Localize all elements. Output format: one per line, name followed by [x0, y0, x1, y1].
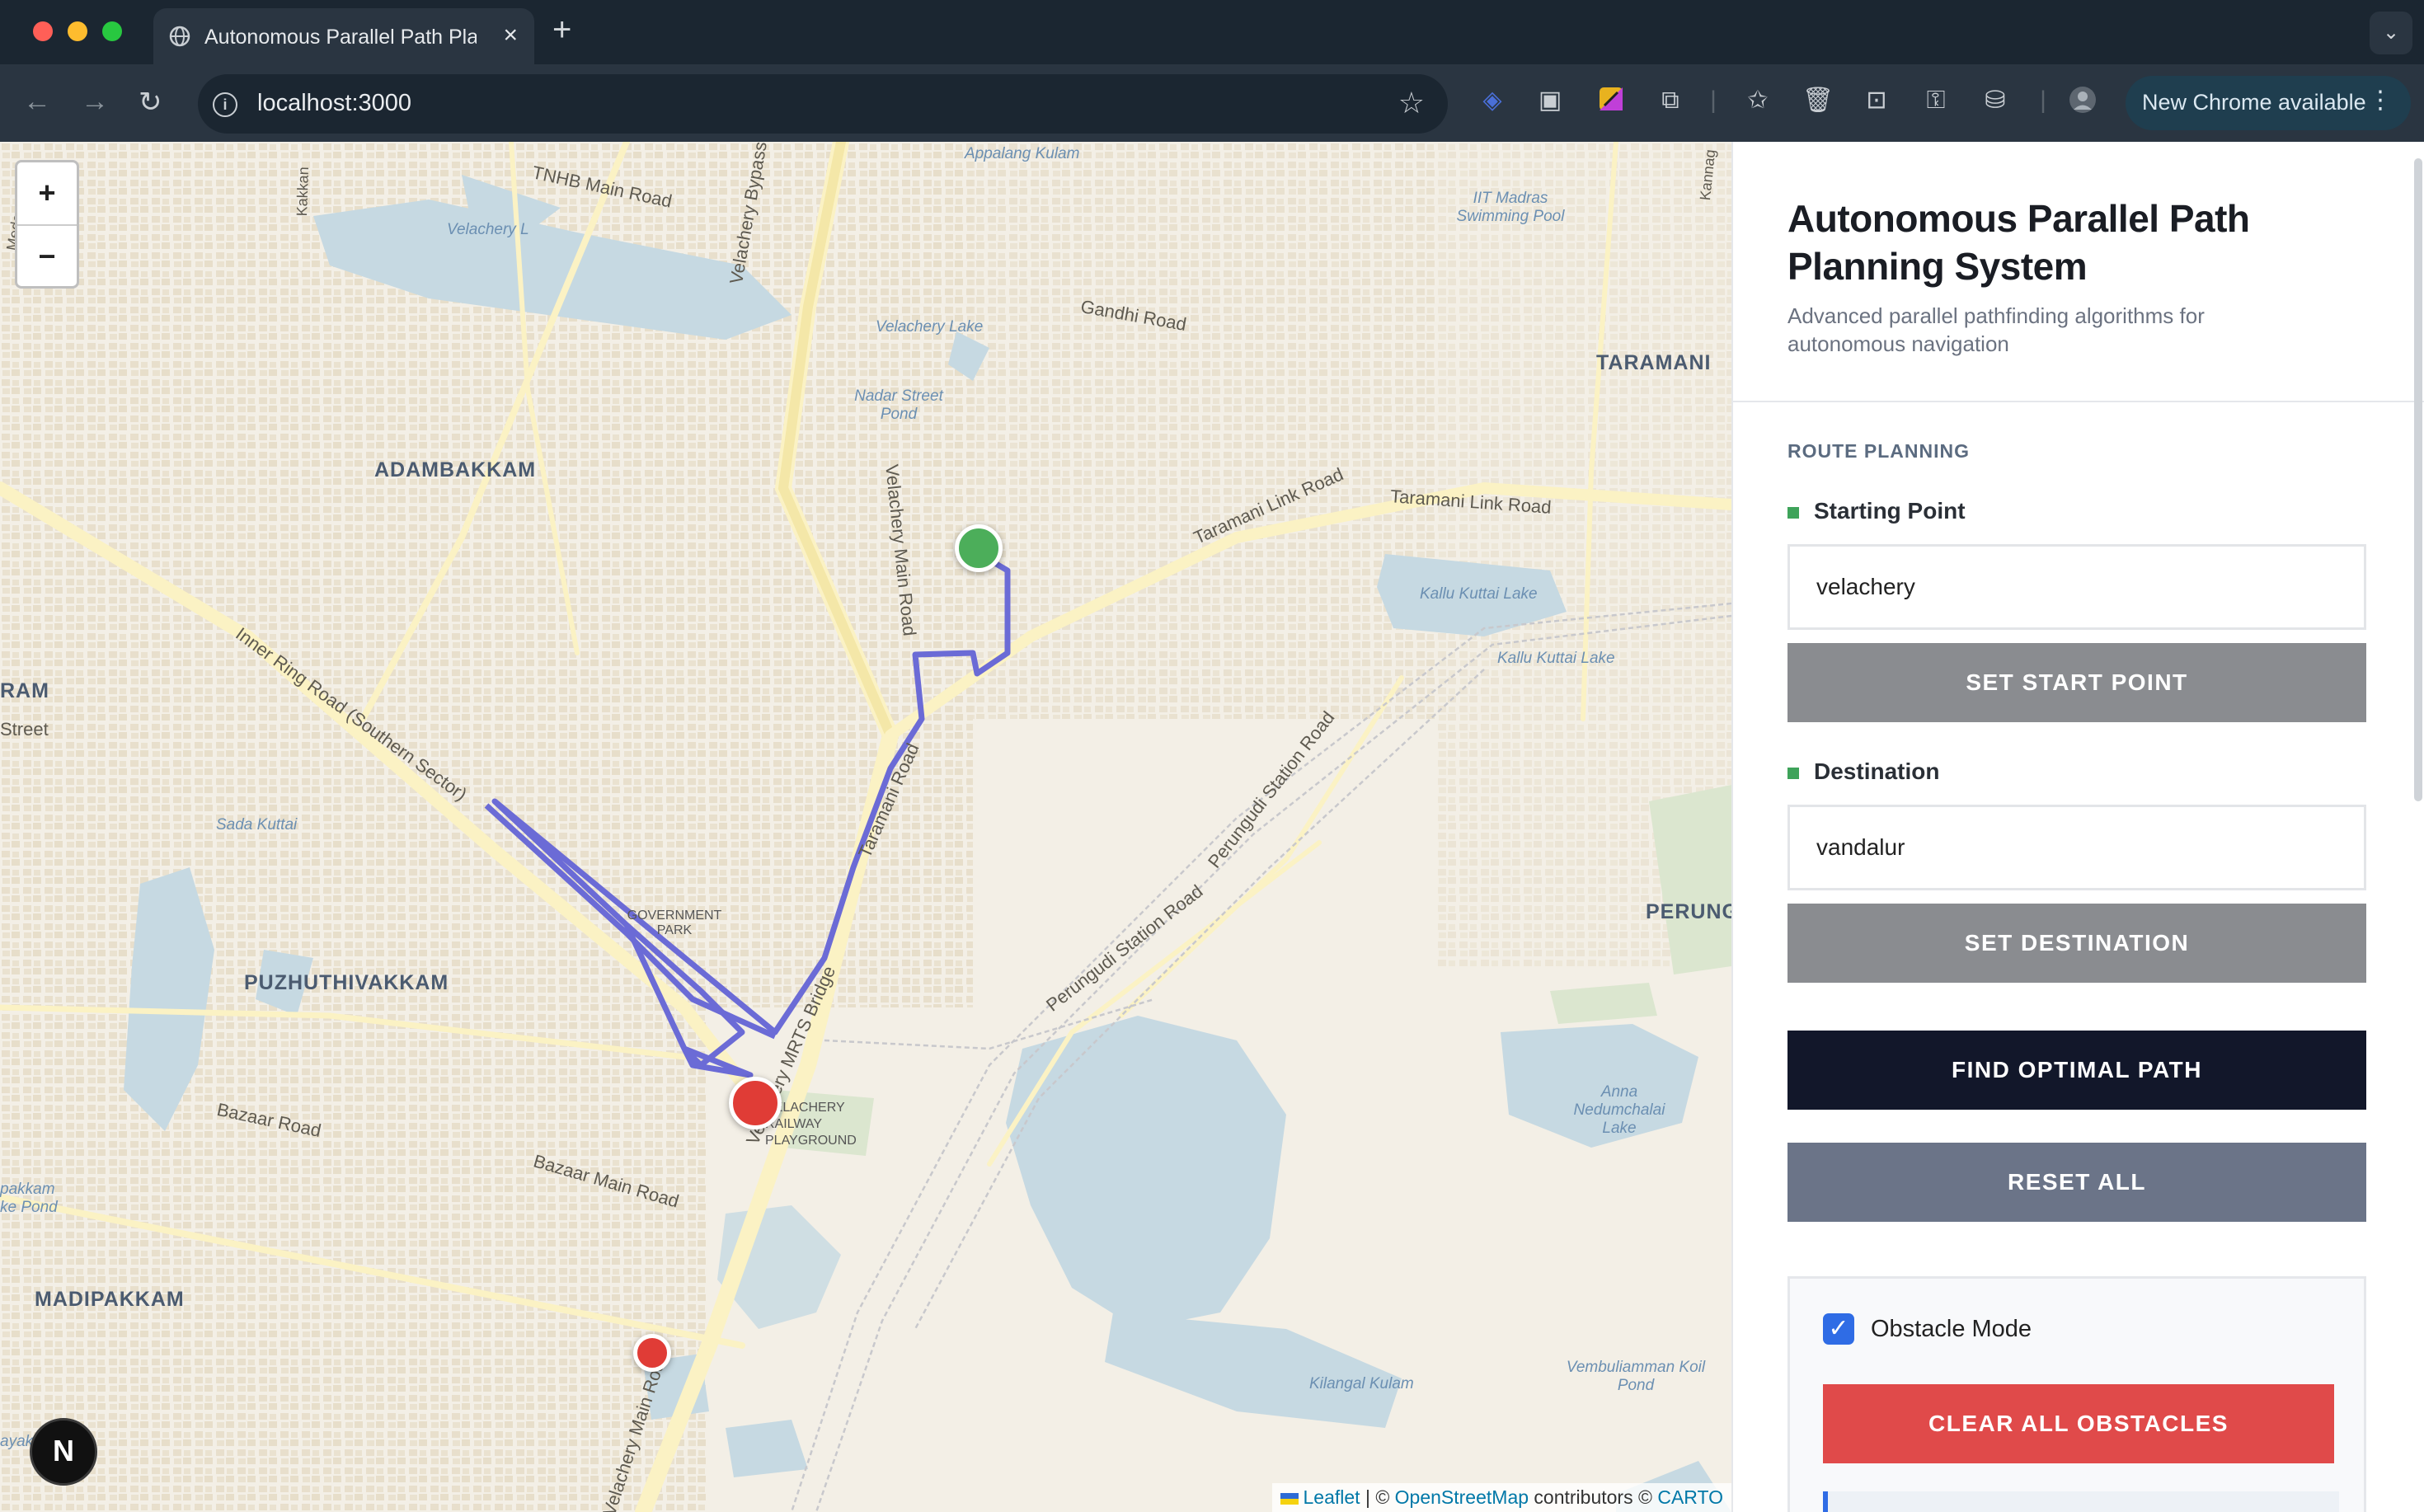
destination-label-text: Destination: [1814, 758, 1940, 784]
destination-label: Destination: [1787, 758, 1939, 785]
water-label: Nadar Street Pond: [854, 387, 943, 423]
obstacle-mode-checkbox[interactable]: ✓: [1823, 1313, 1854, 1345]
obstacle-mode-card: ✓ Obstacle Mode CLEAR ALL OBSTACLES: [1787, 1276, 2366, 1512]
destination-marker[interactable]: [729, 1077, 782, 1129]
water-label: Velachery Lake: [876, 318, 984, 336]
green-square-icon: [1787, 506, 1799, 519]
section-label-route-planning: ROUTE PLANNING: [1787, 440, 1970, 462]
district-label: ADAMBAKKAM: [374, 458, 537, 481]
puzzle-extensions-icon[interactable]: ⧉: [1656, 86, 1685, 115]
tab-search-chevron-icon[interactable]: ⌄: [2370, 12, 2412, 54]
extension-icon[interactable]: ◈: [1477, 86, 1507, 115]
map-attribution: Leaflet | © OpenStreetMap contributors ©…: [1271, 1483, 1731, 1512]
close-tab-icon[interactable]: ×: [503, 21, 518, 49]
site-info-icon[interactable]: i: [213, 92, 237, 117]
globe-icon: [168, 25, 191, 52]
water-label: IIT Madras Swimming Pool: [1456, 190, 1565, 225]
more-menu-icon[interactable]: ⋮: [2368, 86, 2393, 115]
obstacle-marker[interactable]: [633, 1334, 671, 1372]
water-label: Kallu Kuttai Lake: [1420, 585, 1538, 603]
district-label: TARAMANI: [1596, 351, 1712, 374]
zoom-out-button[interactable]: −: [17, 226, 77, 288]
openstreetmap-link[interactable]: OpenStreetMap: [1395, 1486, 1529, 1508]
page-subtitle: Advanced parallel pathfinding algorithms…: [1787, 303, 2205, 356]
new-chrome-available-button[interactable]: New Chrome available ⋮: [2126, 76, 2411, 130]
clipboard-icon[interactable]: ▣: [1535, 86, 1565, 115]
zoom-control: + −: [15, 160, 79, 289]
browser-toolbar: ← → ↻ i localhost:3000 ☆: [0, 64, 2424, 142]
water-label: Sada Kuttai: [216, 816, 298, 833]
reset-all-button[interactable]: RESET ALL: [1787, 1143, 2366, 1222]
toolbar-divider: |: [2040, 87, 2046, 114]
screenshot-icon[interactable]: ⊡: [1862, 86, 1891, 115]
set-start-point-button[interactable]: SET START POINT: [1787, 643, 2366, 722]
district-label: RAM: [0, 679, 49, 702]
ukraine-flag-icon: [1280, 1492, 1299, 1505]
starting-point-label: Starting Point: [1787, 498, 1966, 524]
set-destination-button[interactable]: SET DESTINATION: [1787, 904, 2366, 983]
leaflet-link[interactable]: Leaflet: [1304, 1486, 1360, 1508]
color-picker-icon[interactable]: [1596, 86, 1626, 115]
district-label: PUZHUTHIVAKKAM: [244, 971, 449, 994]
green-square-icon: [1787, 767, 1799, 779]
tab-bar: Autonomous Parallel Path Planning System…: [0, 0, 2424, 64]
panel-header: Autonomous Parallel Path Planning System…: [1733, 142, 2424, 402]
start-marker[interactable]: [955, 524, 1003, 572]
destination-input[interactable]: [1787, 805, 2366, 890]
incognito-icon[interactable]: ⛁: [1980, 86, 2010, 115]
attribution-separator: | ©: [1360, 1486, 1395, 1508]
zoom-window-button[interactable]: [102, 21, 122, 41]
trash-icon[interactable]: 🗑︎: [1802, 86, 1834, 115]
road-label: Kakkan: [294, 166, 312, 217]
address-bar[interactable]: i localhost:3000 ☆: [198, 74, 1448, 134]
panel-scrollbar[interactable]: [2414, 158, 2422, 801]
update-button-label: New Chrome available: [2142, 90, 2366, 115]
tab-title: Autonomous Parallel Path Planning System: [204, 26, 477, 49]
profile-avatar-icon[interactable]: [2068, 86, 2098, 115]
forward-arrow-icon[interactable]: →: [81, 86, 109, 118]
carto-link[interactable]: CARTO: [1657, 1486, 1723, 1508]
water-label: Kallu Kuttai Lake: [1497, 650, 1615, 667]
district-label: PERUNG: [1646, 900, 1731, 923]
back-arrow-icon[interactable]: ←: [23, 86, 51, 118]
minimize-window-button[interactable]: [68, 21, 87, 41]
attribution-separator: contributors ©: [1529, 1486, 1658, 1508]
browser-tab[interactable]: Autonomous Parallel Path Planning System…: [153, 8, 534, 64]
park-label: GOVERNMENT PARK: [627, 909, 722, 937]
starting-point-input[interactable]: [1787, 544, 2366, 630]
water-label: Vembuliamman Koil Pond: [1566, 1359, 1706, 1394]
obstacle-mode-label[interactable]: Obstacle Mode: [1871, 1316, 2032, 1343]
road-label: Street: [0, 719, 49, 740]
water-label: Anna Nedumchalai Lake: [1573, 1083, 1665, 1137]
find-optimal-path-button[interactable]: FIND OPTIMAL PATH: [1787, 1031, 2366, 1110]
map-view[interactable]: ADAMBAKKAM PUZHUTHIVAKKAM MADIPAKKAM TAR…: [0, 142, 1731, 1512]
reload-icon[interactable]: ↻: [139, 86, 162, 119]
water-label: Appalang Kulam: [965, 145, 1080, 162]
toolbar-divider: |: [1710, 87, 1717, 114]
close-window-button[interactable]: [33, 21, 53, 41]
password-key-icon[interactable]: ⚿: [1921, 86, 1951, 115]
bookmark-star-icon[interactable]: ☆: [1398, 86, 1425, 120]
bookmarks-star-icon[interactable]: ✩: [1743, 86, 1773, 115]
obstacle-hint-box: [1823, 1491, 2339, 1512]
district-label: MADIPAKKAM: [35, 1288, 185, 1311]
nextjs-dev-badge[interactable]: N: [30, 1418, 97, 1486]
water-label: Velachery L: [447, 221, 529, 238]
water-label: pakkam ke Pond: [0, 1181, 58, 1216]
page-title: Autonomous Parallel Path Planning System: [1787, 197, 2250, 288]
water-label: Kilangal Kulam: [1309, 1375, 1414, 1392]
new-tab-button[interactable]: +: [552, 12, 571, 49]
url-text[interactable]: localhost:3000: [257, 90, 411, 117]
clear-all-obstacles-button[interactable]: CLEAR ALL OBSTACLES: [1823, 1384, 2334, 1463]
control-panel: Autonomous Parallel Path Planning System…: [1731, 142, 2424, 1512]
zoom-in-button[interactable]: +: [17, 162, 77, 226]
starting-point-label-text: Starting Point: [1814, 498, 1966, 524]
